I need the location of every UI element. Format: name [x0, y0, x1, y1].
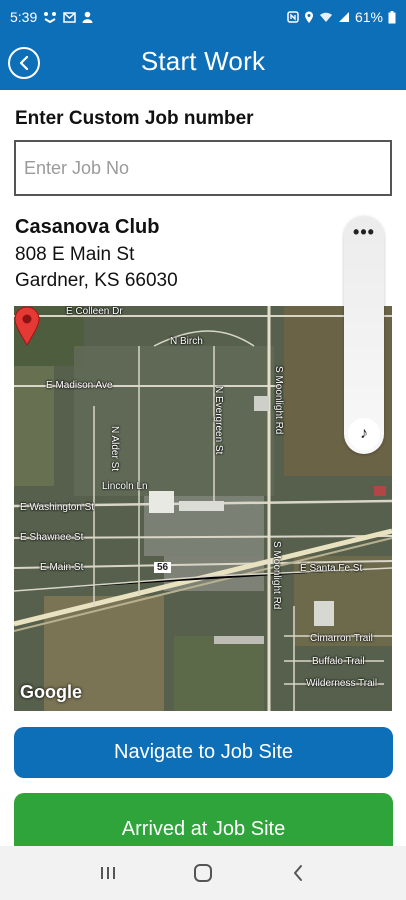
street-label-washington: E Washington St	[20, 502, 95, 513]
status-bar: 5:39 61%	[0, 0, 406, 34]
system-back-button[interactable]	[278, 853, 318, 893]
street-label-moonlight-north: S Moonlight Rd	[273, 366, 284, 435]
home-icon	[193, 864, 212, 882]
street-label-evergreen: N Evergreen St	[213, 386, 224, 455]
job-number-input[interactable]	[14, 140, 392, 196]
street-label-lincoln: Lincoln Ln	[102, 481, 148, 492]
app-header: Start Work	[0, 34, 406, 90]
recent-apps-icon	[100, 867, 115, 879]
home-button[interactable]	[183, 853, 223, 893]
status-time: 5:39	[10, 9, 38, 25]
battery-percent: 61%	[354, 9, 383, 25]
street-label-wilderness: Wilderness Trail	[306, 678, 378, 689]
street-label-colleen: E Colleen Dr	[66, 306, 123, 317]
wifi-icon	[319, 12, 332, 22]
cell-icon	[338, 12, 349, 22]
street-label-birch: N Birch	[170, 336, 203, 347]
page-title: Start Work	[140, 46, 266, 76]
street-label-cimarron: Cimarron Trail	[310, 633, 373, 644]
music-note-icon[interactable]: ♪	[348, 418, 380, 450]
site-name: Casanova Club	[15, 216, 160, 238]
site-address-line2: Gardner, KS 66030	[15, 270, 178, 291]
nfc-icon	[287, 11, 299, 23]
battery-icon	[388, 10, 396, 23]
floating-side-panel[interactable]: ••• ♪	[344, 216, 384, 454]
street-label-alder: N Alder St	[109, 426, 120, 472]
street-label-santafe: E Santa Fe St	[300, 563, 363, 574]
street-label-moonlight-south: S Moonlight Rd	[271, 541, 282, 610]
street-label-buffalo: Buffalo Trail	[312, 656, 365, 667]
route-shield-56: 56	[154, 562, 172, 573]
street-label-shawnee: E Shawnee St	[20, 532, 84, 543]
mail-icon	[63, 11, 76, 23]
back-icon	[294, 865, 303, 881]
location-icon	[304, 11, 313, 23]
navigate-to-job-site-button[interactable]: Navigate to Job Site	[14, 727, 393, 778]
person-icon	[82, 11, 93, 23]
google-logo: Google	[20, 682, 82, 702]
status-left: 5:39	[10, 9, 93, 25]
status-right: 61%	[287, 9, 396, 25]
street-label-main: E Main St	[40, 562, 84, 573]
signal-icon	[44, 12, 57, 23]
street-label-madison: E Madison Ave	[46, 380, 113, 391]
custom-job-label: Enter Custom Job number	[15, 108, 254, 129]
recent-apps-button[interactable]	[88, 853, 128, 893]
map-view[interactable]: E Colleen Dr N Birch E Madison Ave N Ald…	[14, 306, 392, 711]
site-address-line1: 808 E Main St	[15, 244, 135, 265]
arrived-at-job-site-button[interactable]: Arrived at Job Site	[14, 793, 393, 853]
map-pin-icon[interactable]	[14, 306, 40, 346]
more-horizontal-icon[interactable]: •••	[344, 222, 384, 243]
system-nav-bar	[0, 846, 406, 900]
